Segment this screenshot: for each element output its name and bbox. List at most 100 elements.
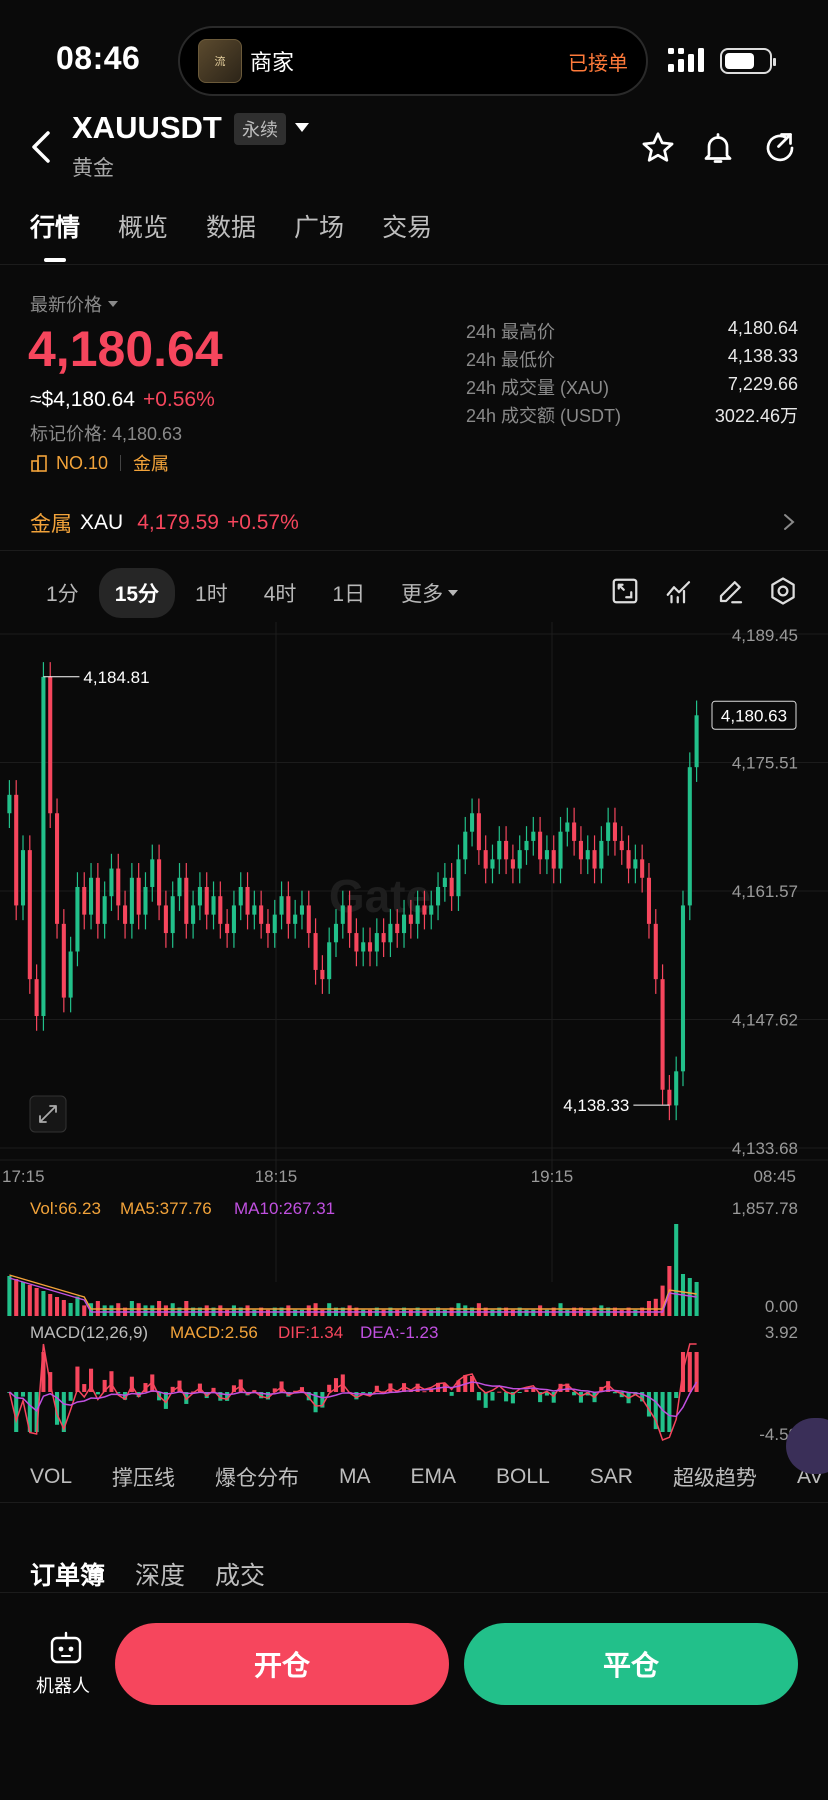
chevron-right-icon[interactable] [782, 512, 796, 532]
tab-market[interactable]: 行情 [30, 208, 80, 262]
last-price-label[interactable]: 最新价格 [30, 291, 120, 317]
share-icon[interactable] [762, 130, 798, 166]
volume-bar [231, 1305, 236, 1316]
macd-bar [667, 1392, 672, 1432]
merchant-label: 商家 [250, 50, 295, 75]
tab-orderbook[interactable]: 订单簿 [30, 1556, 105, 1592]
candle-body [463, 831, 468, 860]
candle-body [109, 868, 114, 897]
volume-bar [565, 1309, 570, 1316]
caret-down-icon[interactable] [294, 122, 310, 134]
volume-bar [381, 1309, 386, 1316]
macd-bar [483, 1392, 488, 1408]
macd-bar [476, 1392, 481, 1401]
bell-icon[interactable] [700, 130, 736, 166]
candle-body [680, 905, 686, 1072]
interval-1d[interactable]: 1日 [316, 568, 381, 618]
stat-volume-label: 24h 成交量 (XAU) [466, 378, 610, 398]
volume-bar [538, 1305, 543, 1316]
chart-layout-icon[interactable] [610, 576, 640, 606]
volume-bar [204, 1305, 209, 1316]
rank-line[interactable]: NO.10 金属 [30, 450, 169, 476]
candle-body [497, 840, 502, 860]
expand-button[interactable] [29, 1095, 67, 1133]
divider [0, 550, 828, 551]
stat-low-value: 4,138.33 [727, 346, 798, 366]
indicator-ma[interactable]: MA [339, 1465, 371, 1489]
tab-trades[interactable]: 成交 [215, 1556, 265, 1592]
volume-bar [687, 1278, 692, 1316]
candle-body [517, 850, 522, 869]
candle-body [483, 850, 488, 869]
indicator-icon[interactable] [664, 576, 694, 606]
interval-more[interactable]: 更多 [385, 568, 475, 618]
tab-depth[interactable]: 深度 [135, 1556, 185, 1592]
indicator-boll[interactable]: BOLL [496, 1465, 550, 1489]
candle-body [354, 933, 359, 952]
volume-bar [7, 1276, 12, 1316]
candle-body [381, 933, 386, 943]
dynamic-island[interactable]: 流 商家 已接单 [178, 26, 648, 96]
settings-icon[interactable] [768, 576, 798, 606]
robot-icon[interactable] [36, 1630, 96, 1666]
interval-4h[interactable]: 4时 [248, 568, 313, 618]
volume-bar [422, 1309, 427, 1316]
tab-overview[interactable]: 概览 [118, 208, 168, 244]
candle-body [20, 850, 26, 906]
metal-price: 4,179.59 [137, 511, 219, 534]
star-icon[interactable] [640, 130, 676, 166]
volume-bar [218, 1305, 223, 1316]
macd-dif: DIF:1.34 [278, 1323, 343, 1342]
tab-trade[interactable]: 交易 [382, 208, 432, 244]
tab-data[interactable]: 数据 [206, 208, 256, 244]
usd-price: ≈$4,180.64 [30, 388, 135, 411]
candle-body [157, 859, 162, 906]
indicator-sar[interactable]: SAR [590, 1465, 633, 1489]
volume-bar [347, 1305, 352, 1316]
open-position-button[interactable]: 开仓 [115, 1623, 449, 1705]
candle-body [82, 886, 87, 915]
price-chart[interactable]: Gate 4,189.454,175.514,161.574,147.624,1… [0, 622, 828, 1442]
candle-body [592, 850, 597, 869]
usd-price-line: ≈$4,180.64 +0.56% [30, 388, 215, 412]
candle-body [204, 886, 209, 915]
merchant-thumbnail: 流 [198, 39, 242, 83]
candle-body [340, 905, 345, 924]
high-marker-label: 4,184.81 [83, 668, 149, 687]
volume-bar [163, 1305, 168, 1316]
signal-icon [668, 48, 704, 72]
robot-label[interactable]: 机器人 [36, 1672, 90, 1698]
indicator-ema[interactable]: EMA [411, 1465, 457, 1489]
macd-axis-top: 3.92 [765, 1323, 798, 1342]
indicator-supertrend[interactable]: 超级趋势 [673, 1462, 757, 1492]
candle-body [265, 923, 270, 934]
interval-1h[interactable]: 1时 [179, 568, 244, 618]
indicator-support-resistance[interactable]: 撑压线 [112, 1462, 175, 1492]
candle-body [476, 813, 481, 851]
candle-body [89, 877, 94, 915]
pencil-icon[interactable] [716, 576, 746, 606]
candle-body [347, 905, 352, 934]
interval-15m[interactable]: 15分 [98, 568, 176, 618]
candle-body [361, 942, 366, 952]
interval-1m[interactable]: 1分 [30, 568, 95, 618]
indicator-vol[interactable]: VOL [30, 1465, 72, 1489]
rank-icon [31, 455, 47, 472]
current-price-tag: 4,180.63 [721, 706, 787, 725]
close-position-button[interactable]: 平仓 [464, 1623, 798, 1705]
tab-square[interactable]: 广场 [294, 208, 344, 244]
candle-body [306, 905, 311, 934]
back-arrow-icon[interactable] [30, 130, 52, 164]
candle-body [177, 877, 182, 897]
stat-volume-value: 7,229.66 [727, 374, 798, 394]
stat-turnover-label: 24h 成交额 (USDT) [466, 406, 622, 426]
symbol-title[interactable]: XAUUSDT [72, 110, 222, 146]
candle-body [238, 886, 243, 906]
volume-bar [585, 1309, 590, 1316]
candle-body [313, 933, 318, 970]
metal-index-row[interactable]: 金属 XAU 4,179.59 +0.57% [30, 508, 299, 538]
indicator-liquidation[interactable]: 爆仓分布 [215, 1462, 299, 1492]
divider [0, 1592, 828, 1593]
macd-bar [674, 1392, 679, 1399]
caret-down-icon [108, 301, 118, 307]
